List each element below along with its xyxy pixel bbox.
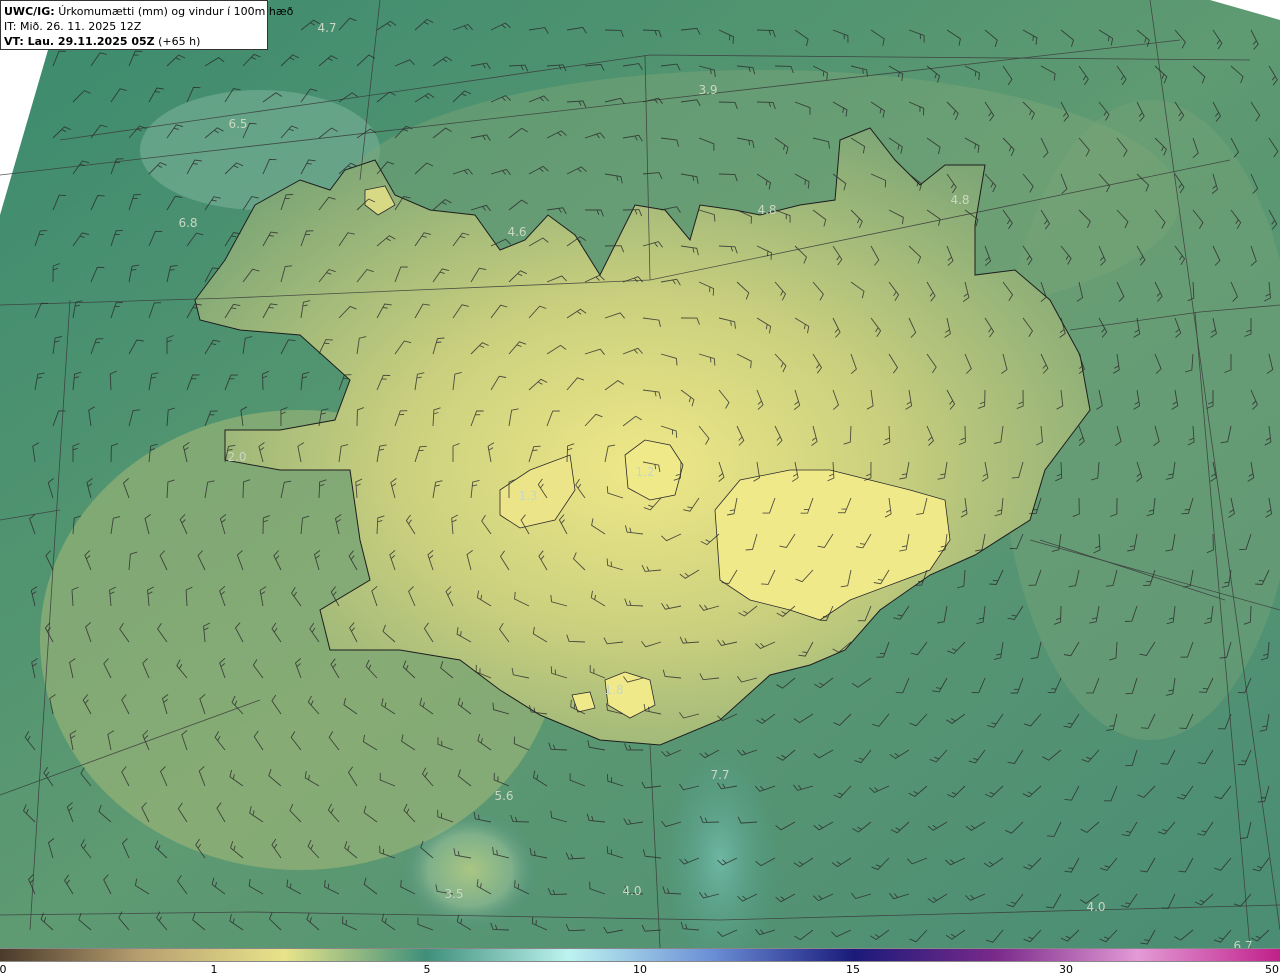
lead-time: (+65 h) bbox=[158, 35, 201, 48]
colorbar-strip bbox=[0, 948, 1280, 962]
colorbar-tick-label: 50 bbox=[1265, 963, 1279, 976]
map-title: Úrkomumætti (mm) og vindur í 100m hæð bbox=[58, 5, 294, 18]
precip-value-label: 4.8 bbox=[757, 203, 776, 217]
precip-colorbar: 0 1 5 10 15 30 50 bbox=[0, 948, 1280, 978]
precip-value-label: 4.7 bbox=[317, 21, 336, 35]
colorbar-tick-label: 5 bbox=[423, 963, 431, 976]
precip-value-label: 6.7 bbox=[1233, 939, 1252, 948]
precip-value-label: 1.2 bbox=[635, 465, 654, 479]
colorbar-tick-label: 10 bbox=[633, 963, 647, 976]
colorbar-tick-label: 30 bbox=[1059, 963, 1073, 976]
model-name: UWC/IG: bbox=[4, 5, 55, 18]
precip-value-label: 4.0 bbox=[1086, 900, 1105, 914]
precip-value-label: 1.8 bbox=[604, 683, 623, 697]
title-line: UWC/IG: Úrkomumætti (mm) og vindur í 100… bbox=[4, 4, 293, 19]
map-title-box: UWC/IG: Úrkomumætti (mm) og vindur í 100… bbox=[0, 0, 293, 50]
colorbar-tick-label: 0 bbox=[0, 963, 7, 976]
colorbar-tick-label: 1 bbox=[210, 963, 218, 976]
valid-time: VT: Lau. 29.11.2025 05Z bbox=[4, 35, 155, 48]
precip-value-label: 4.0 bbox=[622, 884, 641, 898]
precip-value-label: 7.7 bbox=[710, 768, 729, 782]
precip-value-label: 2.0 bbox=[227, 450, 246, 464]
forecast-map-view: 4.7 3.9 6.5 4.8 4.8 6.8 4.6 2.0 1.2 1.3 1.8 7.7 5.6 4… bbox=[0, 0, 1280, 978]
precip-value-label: 1.3 bbox=[518, 489, 537, 503]
precip-value-label: 5.6 bbox=[494, 789, 513, 803]
precip-value-label: 3.9 bbox=[698, 83, 717, 97]
valid-time-line: VT: Lau. 29.11.2025 05Z (+65 h) bbox=[4, 34, 264, 49]
precip-value-label: 3.5 bbox=[444, 887, 463, 901]
precip-value-label: 4.8 bbox=[950, 193, 969, 207]
precipitation-wind-map: 4.7 3.9 6.5 4.8 4.8 6.8 4.6 2.0 1.2 1.3 1.8 7.7 5.6 4… bbox=[0, 0, 1280, 948]
precip-value-label: 6.5 bbox=[228, 117, 247, 131]
precip-value-label: 4.6 bbox=[507, 225, 526, 239]
precip-value-label: 6.8 bbox=[178, 216, 197, 230]
init-time: IT: Mið. 26. 11. 2025 12Z bbox=[4, 20, 142, 33]
colorbar-tick-label: 15 bbox=[846, 963, 860, 976]
